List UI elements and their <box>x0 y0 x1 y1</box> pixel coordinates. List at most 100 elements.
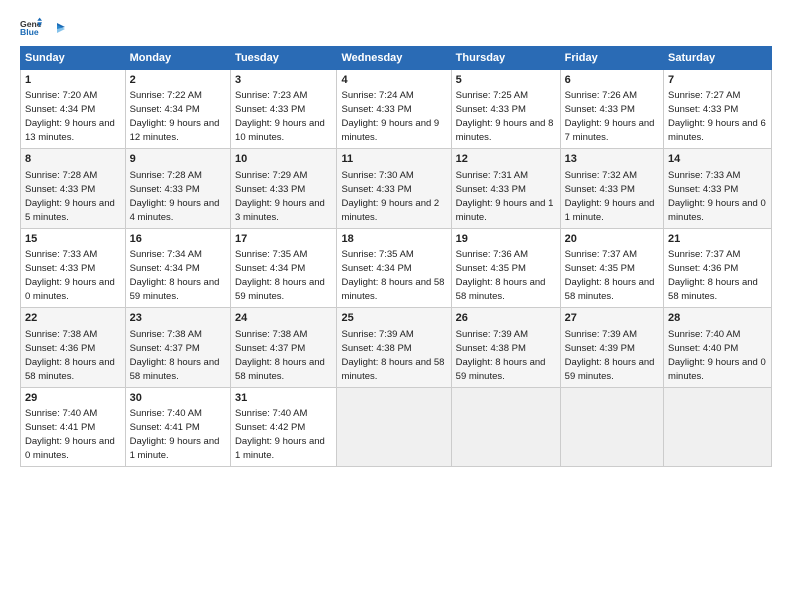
cell-info: Sunrise: 7:28 AMSunset: 4:33 PMDaylight:… <box>130 170 220 223</box>
cell-info: Sunrise: 7:40 AMSunset: 4:40 PMDaylight:… <box>668 329 766 382</box>
cell-info: Sunrise: 7:33 AMSunset: 4:33 PMDaylight:… <box>668 170 766 223</box>
day-number: 16 <box>130 232 226 247</box>
day-number: 24 <box>235 311 332 326</box>
cell-info: Sunrise: 7:32 AMSunset: 4:33 PMDaylight:… <box>565 170 655 223</box>
day-number: 1 <box>25 73 121 88</box>
cell-info: Sunrise: 7:40 AMSunset: 4:41 PMDaylight:… <box>25 408 115 461</box>
week-row-5: 29 Sunrise: 7:40 AMSunset: 4:41 PMDayligh… <box>21 387 772 466</box>
day-number: 3 <box>235 73 332 88</box>
cell-info: Sunrise: 7:39 AMSunset: 4:38 PMDaylight:… <box>456 329 546 382</box>
day-number: 23 <box>130 311 226 326</box>
day-number: 27 <box>565 311 659 326</box>
calendar-cell: 15Sunrise: 7:33 AMSunset: 4:33 PMDayligh… <box>21 228 126 307</box>
day-number: 8 <box>25 152 121 167</box>
cell-info: Sunrise: 7:25 AMSunset: 4:33 PMDaylight:… <box>456 90 554 143</box>
cell-info: Sunrise: 7:38 AMSunset: 4:37 PMDaylight:… <box>130 329 220 382</box>
cell-info: Sunrise: 7:26 AMSunset: 4:33 PMDaylight:… <box>565 90 655 143</box>
day-number: 4 <box>341 73 446 88</box>
col-header-tuesday: Tuesday <box>231 47 337 70</box>
calendar-cell: 27 Sunrise: 7:39 AMSunset: 4:39 PMDayligh… <box>560 308 663 387</box>
day-number: 30 <box>130 391 226 406</box>
calendar-cell: 13 Sunrise: 7:32 AMSunset: 4:33 PMDayligh… <box>560 149 663 228</box>
cell-info: Sunrise: 7:37 AMSunset: 4:36 PMDaylight:… <box>668 249 758 302</box>
cell-info: Sunrise: 7:29 AMSunset: 4:33 PMDaylight:… <box>235 170 325 223</box>
calendar-cell: 10 Sunrise: 7:29 AMSunset: 4:33 PMDayligh… <box>231 149 337 228</box>
calendar-cell: 8 Sunrise: 7:28 AMSunset: 4:33 PMDaylight… <box>21 149 126 228</box>
calendar-cell: 11 Sunrise: 7:30 AMSunset: 4:33 PMDayligh… <box>337 149 451 228</box>
cell-info: Sunrise: 7:22 AMSunset: 4:34 PMDaylight:… <box>130 90 220 143</box>
cell-info: Sunrise: 7:38 AMSunset: 4:37 PMDaylight:… <box>235 329 325 382</box>
col-header-saturday: Saturday <box>664 47 772 70</box>
day-number: 31 <box>235 391 332 406</box>
calendar-cell: 16 Sunrise: 7:34 AMSunset: 4:34 PMDayligh… <box>125 228 230 307</box>
calendar-cell: 5 Sunrise: 7:25 AMSunset: 4:33 PMDaylight… <box>451 70 560 149</box>
cell-info: Sunrise: 7:28 AMSunset: 4:33 PMDaylight:… <box>25 170 115 223</box>
day-number: 18 <box>341 232 446 247</box>
day-number: 26 <box>456 311 556 326</box>
cell-info: Sunrise: 7:39 AMSunset: 4:39 PMDaylight:… <box>565 329 655 382</box>
calendar-cell <box>560 387 663 466</box>
calendar-cell: 30 Sunrise: 7:40 AMSunset: 4:41 PMDayligh… <box>125 387 230 466</box>
day-number: 20 <box>565 232 659 247</box>
day-number: 12 <box>456 152 556 167</box>
col-header-wednesday: Wednesday <box>337 47 451 70</box>
cell-info: Sunrise: 7:37 AMSunset: 4:35 PMDaylight:… <box>565 249 655 302</box>
calendar-cell: 28 Sunrise: 7:40 AMSunset: 4:40 PMDayligh… <box>664 308 772 387</box>
calendar-cell: 6 Sunrise: 7:26 AMSunset: 4:33 PMDaylight… <box>560 70 663 149</box>
day-number: 2 <box>130 73 226 88</box>
day-number: 28 <box>668 311 767 326</box>
calendar-cell: 3 Sunrise: 7:23 AMSunset: 4:33 PMDaylight… <box>231 70 337 149</box>
day-number: 10 <box>235 152 332 167</box>
day-number: 5 <box>456 73 556 88</box>
header-row: SundayMondayTuesdayWednesdayThursdayFrid… <box>21 47 772 70</box>
day-number: 11 <box>341 152 446 167</box>
col-header-sunday: Sunday <box>21 47 126 70</box>
day-number: 25 <box>341 311 446 326</box>
calendar-cell: 26 Sunrise: 7:39 AMSunset: 4:38 PMDayligh… <box>451 308 560 387</box>
day-number: 22 <box>25 311 121 326</box>
calendar-cell: 24 Sunrise: 7:38 AMSunset: 4:37 PMDayligh… <box>231 308 337 387</box>
calendar-cell: 23 Sunrise: 7:38 AMSunset: 4:37 PMDayligh… <box>125 308 230 387</box>
calendar-cell: 25 Sunrise: 7:39 AMSunset: 4:38 PMDayligh… <box>337 308 451 387</box>
calendar-cell: 14 Sunrise: 7:33 AMSunset: 4:33 PMDayligh… <box>664 149 772 228</box>
day-number: 9 <box>130 152 226 167</box>
calendar-cell: 9 Sunrise: 7:28 AMSunset: 4:33 PMDaylight… <box>125 149 230 228</box>
cell-info: Sunrise: 7:40 AMSunset: 4:41 PMDaylight:… <box>130 408 220 461</box>
cell-info: Sunrise: 7:40 AMSunset: 4:42 PMDaylight:… <box>235 408 325 461</box>
cell-info: Sunrise: 7:27 AMSunset: 4:33 PMDaylight:… <box>668 90 766 143</box>
cell-info: Sunrise: 7:23 AMSunset: 4:33 PMDaylight:… <box>235 90 325 143</box>
week-row-4: 22 Sunrise: 7:38 AMSunset: 4:36 PMDayligh… <box>21 308 772 387</box>
col-header-thursday: Thursday <box>451 47 560 70</box>
logo-bird-icon <box>47 20 65 38</box>
day-number: 6 <box>565 73 659 88</box>
cell-info: Sunrise: 7:30 AMSunset: 4:33 PMDaylight:… <box>341 170 439 223</box>
calendar-cell: 7Sunrise: 7:27 AMSunset: 4:33 PMDaylight… <box>664 70 772 149</box>
day-number: 15 <box>25 232 121 247</box>
day-number: 13 <box>565 152 659 167</box>
week-row-2: 8 Sunrise: 7:28 AMSunset: 4:33 PMDaylight… <box>21 149 772 228</box>
calendar-cell <box>664 387 772 466</box>
day-number: 14 <box>668 152 767 167</box>
cell-info: Sunrise: 7:39 AMSunset: 4:38 PMDaylight:… <box>341 329 444 382</box>
calendar-cell <box>337 387 451 466</box>
col-header-monday: Monday <box>125 47 230 70</box>
day-number: 29 <box>25 391 121 406</box>
day-number: 17 <box>235 232 332 247</box>
logo-icon: General Blue <box>20 16 42 38</box>
calendar-cell: 21Sunrise: 7:37 AMSunset: 4:36 PMDayligh… <box>664 228 772 307</box>
week-row-3: 15Sunrise: 7:33 AMSunset: 4:33 PMDayligh… <box>21 228 772 307</box>
logo: General Blue <box>20 16 65 38</box>
calendar-cell: 29 Sunrise: 7:40 AMSunset: 4:41 PMDayligh… <box>21 387 126 466</box>
day-number: 19 <box>456 232 556 247</box>
calendar-cell: 2 Sunrise: 7:22 AMSunset: 4:34 PMDaylight… <box>125 70 230 149</box>
cell-info: Sunrise: 7:31 AMSunset: 4:33 PMDaylight:… <box>456 170 554 223</box>
calendar-cell: 19 Sunrise: 7:36 AMSunset: 4:35 PMDayligh… <box>451 228 560 307</box>
cell-info: Sunrise: 7:38 AMSunset: 4:36 PMDaylight:… <box>25 329 115 382</box>
cell-info: Sunrise: 7:34 AMSunset: 4:34 PMDaylight:… <box>130 249 220 302</box>
page: General Blue <box>0 0 792 612</box>
col-header-friday: Friday <box>560 47 663 70</box>
header: General Blue <box>20 16 772 38</box>
calendar-table: SundayMondayTuesdayWednesdayThursdayFrid… <box>20 46 772 467</box>
cell-info: Sunrise: 7:36 AMSunset: 4:35 PMDaylight:… <box>456 249 546 302</box>
calendar-cell: 31 Sunrise: 7:40 AMSunset: 4:42 PMDayligh… <box>231 387 337 466</box>
